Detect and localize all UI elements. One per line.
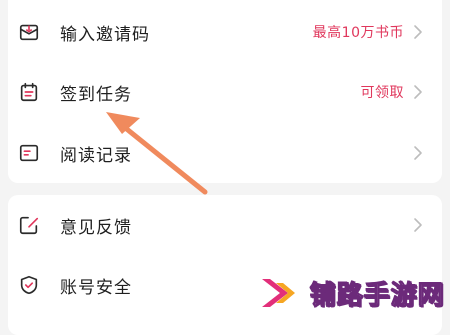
menu-card-primary: 输入邀请码 最高10万书币 签到任务 可领取 阅读记录 [8,0,442,183]
menu-item-feedback[interactable]: 意见反馈 [8,195,442,255]
menu-item-label: 签到任务 [60,84,132,105]
menu-item-label: 阅读记录 [60,145,132,166]
chevron-right-icon [410,84,426,100]
chevron-logo-icon [258,273,304,313]
watermark: 铺路手游网 [258,270,448,316]
menu-item-checkin-task[interactable]: 签到任务 可领取 [8,62,442,122]
envelope-icon [18,21,40,43]
menu-item-reading-history[interactable]: 阅读记录 [8,123,442,183]
chevron-right-icon [410,145,426,161]
calendar-icon [18,81,40,103]
menu-item-invite-code[interactable]: 输入邀请码 最高10万书币 [8,2,442,62]
shield-icon [18,274,40,296]
menu-item-label: 输入邀请码 [60,24,150,45]
watermark-text: 铺路手游网 [309,280,446,311]
menu-item-value: 最高10万书币 [312,25,404,41]
chevron-right-icon [410,24,426,40]
chevron-right-icon [410,217,426,233]
document-icon [18,142,40,164]
menu-item-label: 账号安全 [60,277,132,298]
menu-item-value: 可领取 [360,85,404,101]
edit-icon [18,214,40,236]
menu-item-label: 意见反馈 [60,217,132,238]
